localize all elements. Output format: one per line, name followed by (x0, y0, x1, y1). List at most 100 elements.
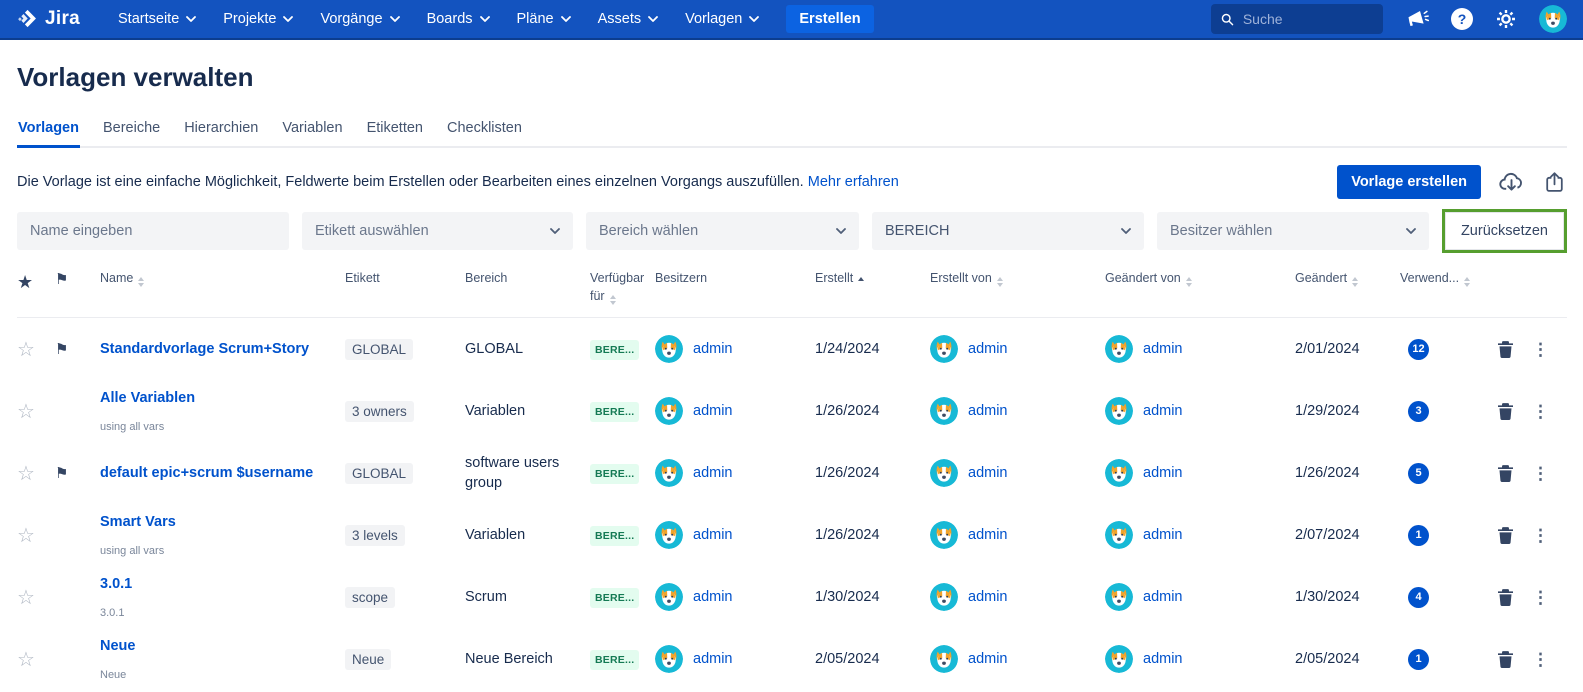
usage-count-badge[interactable]: 5 (1408, 462, 1429, 484)
besitzer-link[interactable]: admin (693, 403, 733, 419)
column-header-erstellt[interactable]: Erstellt (815, 269, 930, 287)
tab-bereiche[interactable]: Bereiche (102, 120, 161, 146)
nav-create-button[interactable]: Erstellen (786, 5, 874, 33)
besitzer-filter-select[interactable]: Besitzer wählen (1156, 212, 1429, 250)
name-filter[interactable] (17, 212, 289, 250)
search-box[interactable] (1211, 4, 1383, 34)
erstellt-von-link[interactable]: admin (968, 403, 1008, 419)
star-icon[interactable]: ☆ (17, 525, 35, 547)
template-name-link[interactable]: Neue (100, 638, 335, 654)
column-header-name[interactable]: Name (100, 269, 345, 287)
delete-icon[interactable] (1498, 588, 1513, 606)
search-input[interactable] (1242, 11, 1373, 27)
nav-item-projekte[interactable]: Projekte (223, 11, 293, 27)
column-header-geaendert[interactable]: Geändert (1295, 269, 1400, 287)
nav-item-vorlagen[interactable]: Vorlagen (685, 11, 759, 27)
nav-item-boards[interactable]: Boards (427, 11, 490, 27)
star-icon[interactable]: ☆ (17, 587, 35, 609)
besitzer-link[interactable]: admin (693, 651, 733, 667)
delete-icon[interactable] (1498, 402, 1513, 420)
erstellt-von-link[interactable]: admin (968, 341, 1008, 357)
besitzer-link[interactable]: admin (693, 341, 733, 357)
column-header-verfuegbar[interactable]: Verfügbar für (590, 269, 655, 306)
column-header-erstellt-von[interactable]: Erstellt von (930, 269, 1105, 287)
sort-icon (609, 295, 616, 306)
more-actions-icon[interactable]: ⋮ (1532, 465, 1549, 482)
column-header-geaendert-von[interactable]: Geändert von (1105, 269, 1295, 287)
help-icon[interactable]: ? (1451, 8, 1473, 30)
tab-etiketten[interactable]: Etiketten (366, 120, 424, 146)
erstellt-von-link[interactable]: admin (968, 465, 1008, 481)
nav-right-cluster: ? (1211, 4, 1567, 34)
avatar (930, 521, 958, 549)
geaendert-von-link[interactable]: admin (1143, 341, 1183, 357)
geaendert-von-link[interactable]: admin (1143, 465, 1183, 481)
delete-icon[interactable] (1498, 340, 1513, 358)
geaendert-von-link[interactable]: admin (1143, 651, 1183, 667)
etikett-filter-select[interactable]: Etikett auswählen (301, 212, 573, 250)
geaendert-von-link[interactable]: admin (1143, 527, 1183, 543)
create-template-button[interactable]: Vorlage erstellen (1337, 165, 1481, 199)
tab-variablen[interactable]: Variablen (281, 120, 343, 146)
star-column-icon[interactable]: ★ (17, 272, 33, 292)
besitzer-link[interactable]: admin (693, 589, 733, 605)
verfuegbar-tag: BERE... (590, 588, 640, 609)
column-header-verwendungen[interactable]: Verwend... (1400, 269, 1490, 287)
erstellt-von-link[interactable]: admin (968, 589, 1008, 605)
erstellt-von-link[interactable]: admin (968, 651, 1008, 667)
flag-icon[interactable]: ⚑ (55, 465, 68, 482)
import-cloud-icon[interactable] (1498, 169, 1525, 196)
tab-hierarchien[interactable]: Hierarchien (183, 120, 259, 146)
chevron-down-icon (648, 16, 658, 22)
sort-icon (1352, 277, 1359, 287)
tab-vorlagen[interactable]: Vorlagen (17, 120, 80, 148)
bereich-value-select[interactable]: BEREICH (871, 212, 1144, 250)
learn-more-link[interactable]: Mehr erfahren (808, 174, 899, 190)
announcements-icon[interactable] (1405, 7, 1429, 31)
template-name-link[interactable]: default epic+scrum $username (100, 465, 335, 481)
besitzer-link[interactable]: admin (693, 465, 733, 481)
nav-item-assets[interactable]: Assets (598, 11, 659, 27)
template-name-link[interactable]: 3.0.1 (100, 576, 335, 592)
erstellt-von-link[interactable]: admin (968, 527, 1008, 543)
bereich-filter-select[interactable]: Bereich wählen (585, 212, 859, 250)
nav-item-startseite[interactable]: Startseite (118, 11, 196, 27)
more-actions-icon[interactable]: ⋮ (1532, 341, 1549, 358)
usage-count-badge[interactable]: 12 (1408, 338, 1429, 360)
geaendert-von-link[interactable]: admin (1143, 589, 1183, 605)
template-name-link[interactable]: Smart Vars (100, 514, 335, 530)
star-icon[interactable]: ☆ (17, 649, 35, 671)
delete-icon[interactable] (1498, 464, 1513, 482)
user-avatar[interactable] (1539, 5, 1567, 33)
delete-icon[interactable] (1498, 526, 1513, 544)
usage-count-badge[interactable]: 4 (1408, 586, 1429, 608)
more-actions-icon[interactable]: ⋮ (1532, 589, 1549, 606)
nav-item-plaene[interactable]: Pläne (517, 11, 571, 27)
erstellt-date: 1/26/2024 (815, 465, 880, 482)
name-filter-input[interactable] (30, 223, 276, 239)
star-icon[interactable]: ☆ (17, 401, 35, 423)
usage-count-badge[interactable]: 1 (1408, 524, 1429, 546)
more-actions-icon[interactable]: ⋮ (1532, 527, 1549, 544)
more-actions-icon[interactable]: ⋮ (1532, 403, 1549, 420)
jira-logo[interactable]: Jira (16, 8, 80, 30)
star-icon[interactable]: ☆ (17, 463, 35, 485)
nav-item-vorgaenge[interactable]: Vorgänge (320, 11, 399, 27)
export-share-icon[interactable] (1542, 170, 1567, 195)
tab-checklisten[interactable]: Checklisten (446, 120, 523, 146)
usage-count-badge[interactable]: 1 (1408, 648, 1429, 670)
geaendert-von-link[interactable]: admin (1143, 403, 1183, 419)
star-icon[interactable]: ☆ (17, 339, 35, 361)
annotation-highlight-box: Zurücksetzen (1441, 209, 1567, 253)
besitzer-link[interactable]: admin (693, 527, 733, 543)
template-name-link[interactable]: Standardvorlage Scrum+Story (100, 341, 335, 357)
more-actions-icon[interactable]: ⋮ (1532, 651, 1549, 668)
delete-icon[interactable] (1498, 650, 1513, 668)
reset-filters-button[interactable]: Zurücksetzen (1444, 212, 1564, 250)
usage-count-badge[interactable]: 3 (1408, 400, 1429, 422)
template-name-link[interactable]: Alle Variablen (100, 390, 335, 406)
flag-icon[interactable]: ⚑ (55, 341, 68, 358)
settings-gear-icon[interactable] (1495, 8, 1517, 30)
flag-column-icon[interactable]: ⚑ (55, 271, 68, 288)
template-subtitle: using all vars (100, 420, 165, 433)
